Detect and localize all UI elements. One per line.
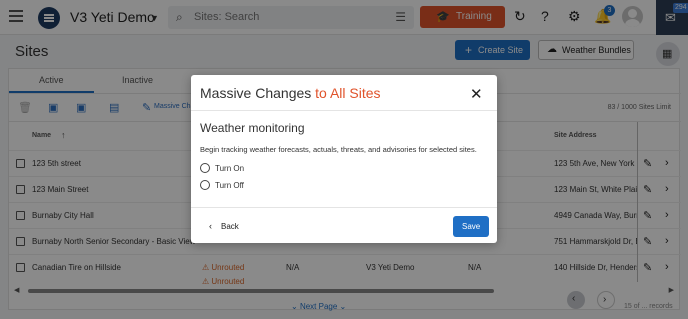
dialog-subtitle: Weather monitoring — [200, 121, 305, 135]
close-icon[interactable]: ✕ — [470, 85, 483, 103]
back-label: Back — [221, 222, 239, 231]
save-label: Save — [462, 222, 481, 231]
dialog-divider — [191, 110, 497, 111]
dialog-title-accent: to All Sites — [315, 85, 381, 101]
save-button[interactable]: Save — [453, 216, 489, 237]
dialog-footer-divider — [191, 207, 497, 208]
chevron-left-icon: ‹ — [209, 221, 212, 231]
dialog-title: Massive Changes to All Sites — [200, 85, 381, 101]
turn-on-radio[interactable] — [200, 163, 210, 173]
turn-off-label[interactable]: Turn Off — [215, 181, 244, 190]
turn-off-radio[interactable] — [200, 180, 210, 190]
dialog-title-main: Massive Changes — [200, 85, 316, 101]
turn-on-label[interactable]: Turn On — [215, 164, 244, 173]
massive-changes-dialog: Massive Changes to All Sites ✕ Weather m… — [191, 75, 497, 243]
dialog-description: Begin tracking weather forecasts, actual… — [200, 145, 477, 154]
